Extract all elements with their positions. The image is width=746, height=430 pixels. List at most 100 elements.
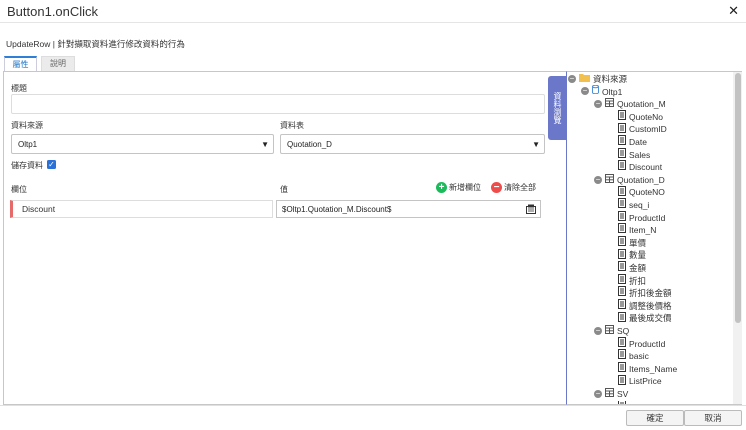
field-icon (618, 400, 626, 404)
field-icon (618, 198, 626, 211)
tree-node-field[interactable]: 數量 (618, 248, 647, 262)
tree-node-field[interactable]: 最後成交價 (618, 311, 672, 325)
field-row-name[interactable]: Discount (10, 200, 273, 218)
tree-node-field[interactable]: 折扣 (618, 273, 646, 288)
dropdown-arrow-icon: ▼ (261, 140, 269, 149)
add-field-button[interactable]: + 新增欄位 (436, 182, 481, 193)
tree-node-table[interactable]: − Quotation_D (594, 173, 665, 187)
field-icon (618, 311, 626, 325)
clear-all-label: 清除全部 (504, 183, 536, 192)
minus-icon: − (491, 182, 502, 193)
tree-node-field[interactable]: Sales (618, 147, 651, 162)
close-icon[interactable]: ✕ (728, 4, 739, 18)
tree-node-field[interactable]: ListPrice (618, 374, 662, 388)
tree-node-field[interactable]: Date (618, 135, 647, 149)
tree-node-label: Sales (629, 149, 651, 160)
tree-node-label: Oltp1 (602, 86, 623, 97)
table-icon (605, 387, 614, 400)
tree-node-label: SV (617, 389, 629, 399)
tree-node-field[interactable]: 單價 (618, 236, 647, 250)
tree-node-field[interactable]: Items_Name (618, 362, 677, 376)
tree-node-database[interactable]: − Oltp1 (581, 85, 623, 99)
folder-icon (579, 73, 590, 85)
tree-node-label: 資料來源 (593, 74, 628, 84)
tree-node-field[interactable]: 調整後價格 (618, 299, 672, 313)
tree-node-label: CustomID (629, 124, 667, 135)
field-icon (618, 160, 626, 173)
datasource-label: 資料來源 (11, 121, 43, 130)
field-icon (618, 223, 626, 236)
field-icon (618, 210, 626, 224)
tree-node-field[interactable]: CustomID (618, 122, 667, 136)
table-label: 資料表 (280, 121, 304, 130)
tree-root-datasource[interactable]: − 資料來源 (568, 73, 627, 86)
field-row-value-text: $Oltp1.Quotation_M.Discount$ (282, 205, 392, 214)
tree-node-field[interactable]: ProductId (618, 210, 665, 225)
field-icon (618, 135, 626, 148)
field-icon (618, 273, 626, 287)
tree-node-label: QuoteNo (629, 111, 664, 122)
save-data-checkbox[interactable]: ✓ (47, 160, 56, 169)
tree-node-field[interactable]: Discount (618, 160, 663, 174)
tab-properties[interactable]: 屬性 (4, 56, 37, 71)
tree-node-field[interactable]: seq_i (618, 198, 650, 212)
tree-node-label: 金額 (629, 263, 647, 273)
tree-node-label: Item_N (629, 225, 657, 236)
field-icon (618, 261, 626, 274)
collapse-icon[interactable]: − (581, 87, 589, 96)
tree-node-field[interactable]: 金額 (618, 261, 647, 275)
tree-node-label: ListPrice (629, 376, 662, 387)
tree-node-field[interactable]: ProductId (618, 400, 665, 404)
tree-node-field[interactable]: Item_N (618, 223, 657, 237)
tree-node-table[interactable]: − SQ (594, 324, 629, 338)
tree-node-label: ProductId (629, 402, 665, 404)
clear-all-button[interactable]: − 清除全部 (491, 182, 536, 193)
tree-node-label: 數量 (629, 250, 647, 261)
field-icon (618, 122, 626, 136)
field-column-header: 欄位 (11, 185, 27, 194)
plus-icon: + (436, 182, 447, 193)
edit-expression-icon[interactable] (526, 204, 536, 214)
ok-button[interactable]: 確定 (626, 410, 684, 426)
table-icon (605, 324, 614, 337)
tree-node-label: seq_i (629, 200, 650, 210)
table-value: Quotation_D (287, 140, 332, 149)
collapse-icon[interactable]: − (594, 326, 602, 335)
tree-node-label: basic (629, 351, 649, 362)
collapse-icon[interactable]: − (594, 175, 602, 184)
collapse-icon[interactable]: − (594, 389, 602, 398)
tree-node-field[interactable]: ProductId (618, 336, 665, 351)
tab-description[interactable]: 說明 (41, 56, 75, 71)
field-icon (618, 336, 626, 350)
data-browser-tab[interactable]: 資料瀏覽 (548, 76, 566, 140)
cancel-button[interactable]: 取消 (684, 410, 742, 426)
tree-scrollbar-thumb[interactable] (735, 73, 741, 323)
field-icon (618, 349, 626, 362)
tree-node-label: QuoteNO (629, 187, 665, 198)
field-icon (618, 362, 626, 375)
tree-node-table[interactable]: − SV (594, 387, 629, 401)
title-input[interactable] (11, 94, 545, 114)
tree-node-field[interactable]: QuoteNO (618, 185, 665, 199)
tree-node-field[interactable]: QuoteNo (618, 110, 664, 124)
tree-node-label: Discount (629, 162, 663, 173)
table-select[interactable]: Quotation_D ▼ (280, 134, 545, 154)
tree-node-table[interactable]: − Quotation_M (594, 97, 666, 111)
database-icon (592, 85, 599, 97)
table-icon (605, 97, 614, 110)
datasource-select[interactable]: Oltp1 ▼ (11, 134, 274, 154)
field-row-value[interactable]: $Oltp1.Quotation_M.Discount$ (276, 200, 541, 218)
collapse-icon[interactable]: − (594, 99, 602, 108)
field-icon (618, 185, 626, 199)
field-icon (618, 374, 626, 388)
tree-node-field[interactable]: basic (618, 349, 649, 363)
collapse-icon[interactable]: − (568, 74, 576, 83)
action-description: UpdateRow | 針對擷取資料進行修改資料的行為 (6, 39, 185, 49)
tree-node-label: Quotation_M (617, 99, 666, 110)
tree-node-label: 單價 (629, 237, 647, 248)
tree-node-field[interactable]: 折扣後金額 (618, 286, 672, 300)
dropdown-arrow-icon: ▼ (532, 140, 540, 149)
dialog-footer: 確定 取消 (0, 405, 746, 430)
field-icon (618, 236, 626, 249)
tree-node-label: 最後成交價 (629, 313, 672, 324)
